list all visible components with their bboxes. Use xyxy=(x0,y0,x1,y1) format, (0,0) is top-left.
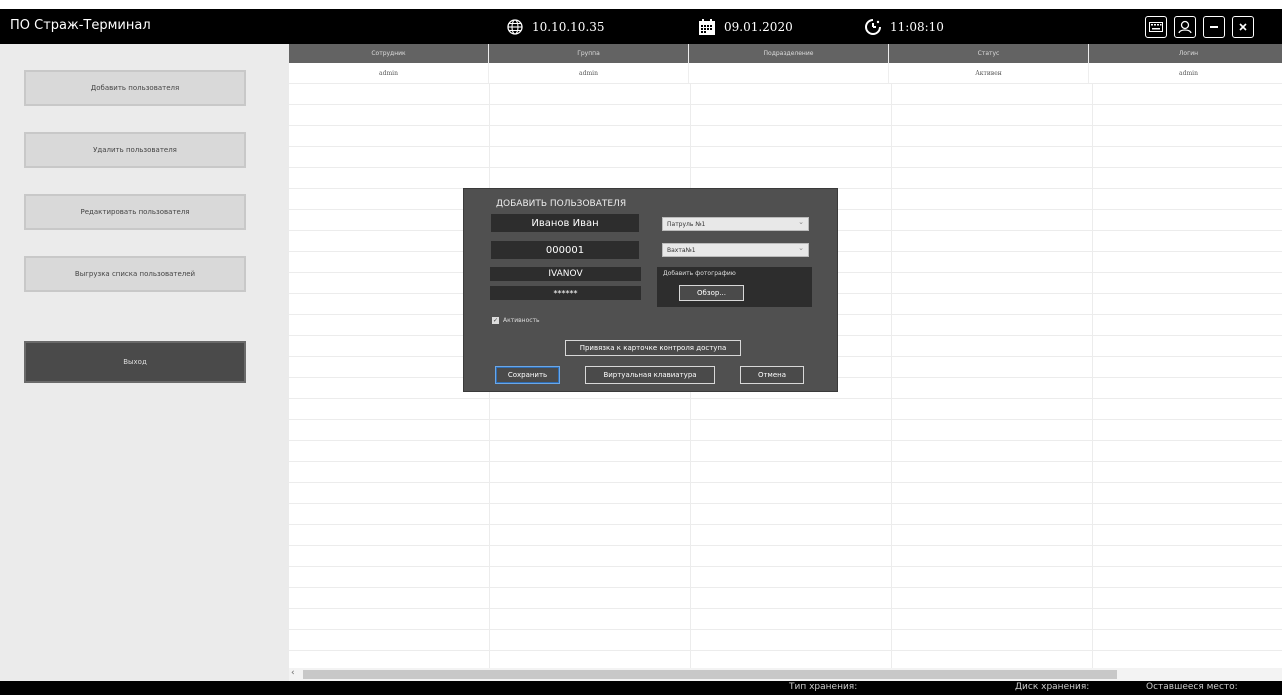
app-title: ПО Страж-Терминал xyxy=(10,18,151,33)
edit-user-button[interactable]: Редактировать пользователя xyxy=(24,194,246,230)
empty-table-row xyxy=(289,126,1282,147)
ip-display: 10.10.10.35 xyxy=(506,18,605,36)
status-bar: Тип хранения: Диск хранения: Оставшееся … xyxy=(0,681,1282,695)
active-checkbox-row[interactable]: ✓ Активность xyxy=(492,317,540,324)
time-display: 11:08:10 xyxy=(864,18,944,36)
id-field[interactable]: 000001 xyxy=(491,241,639,259)
storage-disk-label: Диск хранения: xyxy=(1015,682,1090,692)
scrollbar-thumb[interactable] xyxy=(303,670,1117,679)
time-value: 11:08:10 xyxy=(890,20,944,34)
photo-label: Добавить фотографию xyxy=(663,270,736,277)
minimize-icon xyxy=(1210,26,1218,28)
sidebar-gap xyxy=(262,44,289,681)
save-button[interactable]: Сохранить xyxy=(495,366,560,384)
add-user-dialog: ДОБАВИТЬ ПОЛЬЗОВАТЕЛЯ Иванов Иван Патрул… xyxy=(463,188,838,392)
user-icon xyxy=(1178,20,1192,34)
empty-table-row xyxy=(289,546,1282,567)
keyboard-icon xyxy=(1149,22,1163,32)
cell-department xyxy=(689,63,889,83)
ip-address: 10.10.10.35 xyxy=(532,20,605,34)
empty-table-row xyxy=(289,105,1282,126)
horizontal-scrollbar[interactable]: ‹ xyxy=(289,668,1282,681)
chevron-down-icon: ⌄ xyxy=(798,244,804,252)
scroll-left-icon[interactable]: ‹ xyxy=(291,668,295,678)
keyboard-button[interactable] xyxy=(1145,16,1167,38)
free-space-label: Оставшееся место: xyxy=(1146,682,1238,692)
login-field[interactable]: IVANOV xyxy=(490,267,641,281)
cell-status: Активен xyxy=(889,63,1089,83)
empty-table-row xyxy=(289,525,1282,546)
empty-table-row xyxy=(289,399,1282,420)
empty-table-row xyxy=(289,588,1282,609)
calendar-icon xyxy=(698,18,716,36)
password-field[interactable]: ****** xyxy=(490,286,641,300)
export-users-button[interactable]: Выгрузка списка пользователей xyxy=(24,256,246,292)
date-value: 09.01.2020 xyxy=(724,20,793,34)
sidebar: Добавить пользователя Удалить пользовате… xyxy=(0,44,262,681)
column-header-status[interactable]: Статус xyxy=(889,44,1089,63)
column-header-group[interactable]: Группа xyxy=(489,44,689,63)
empty-table-row xyxy=(289,504,1282,525)
exit-button[interactable]: Выход xyxy=(24,341,246,383)
column-header-login[interactable]: Логин xyxy=(1089,44,1282,63)
cell-employee: admin xyxy=(289,63,489,83)
browse-button[interactable]: Обзор... xyxy=(679,285,744,301)
cancel-button[interactable]: Отмена xyxy=(740,366,804,384)
group-select[interactable]: Патруль №1 ⌄ xyxy=(662,217,809,231)
chevron-down-icon: ⌄ xyxy=(798,218,804,226)
active-checkbox[interactable]: ✓ xyxy=(492,317,499,324)
empty-table-row xyxy=(289,168,1282,189)
close-button[interactable] xyxy=(1232,16,1254,38)
empty-table-row xyxy=(289,84,1282,105)
empty-table-row xyxy=(289,147,1282,168)
table-row[interactable]: admin admin Активен admin xyxy=(289,63,1282,84)
cell-login: admin xyxy=(1089,63,1282,83)
empty-table-row xyxy=(289,420,1282,441)
photo-section: Добавить фотографию Обзор... xyxy=(657,267,812,307)
empty-table-row xyxy=(289,609,1282,630)
column-header-employee[interactable]: Сотрудник xyxy=(289,44,489,63)
add-user-button[interactable]: Добавить пользователя xyxy=(24,70,246,106)
empty-table-row xyxy=(289,483,1282,504)
empty-table-row xyxy=(289,567,1282,588)
cell-group: admin xyxy=(489,63,689,83)
globe-icon xyxy=(506,18,524,36)
table-header: Сотрудник Группа Подразделение Статус Ло… xyxy=(289,44,1282,63)
virtual-keyboard-button[interactable]: Виртуальная клавиатура xyxy=(585,366,715,384)
empty-table-row xyxy=(289,441,1282,462)
clock-icon xyxy=(864,18,882,36)
storage-type-label: Тип хранения: xyxy=(789,682,858,692)
delete-user-button[interactable]: Удалить пользователя xyxy=(24,132,246,168)
shift-select[interactable]: Вахта№1 ⌄ xyxy=(662,243,809,257)
name-field[interactable]: Иванов Иван xyxy=(491,214,639,232)
date-display: 09.01.2020 xyxy=(698,18,793,36)
empty-table-row xyxy=(289,630,1282,651)
active-label: Активность xyxy=(503,317,540,324)
user-button[interactable] xyxy=(1174,16,1196,38)
group-select-value: Патруль №1 xyxy=(667,220,706,228)
column-header-department[interactable]: Подразделение xyxy=(689,44,889,63)
empty-table-row xyxy=(289,462,1282,483)
close-icon xyxy=(1239,23,1247,31)
title-bar: ПО Страж-Терминал 10.10.10.35 09.01.2020… xyxy=(0,9,1282,44)
shift-select-value: Вахта№1 xyxy=(667,246,696,254)
dialog-title: ДОБАВИТЬ ПОЛЬЗОВАТЕЛЯ xyxy=(496,199,627,209)
minimize-button[interactable] xyxy=(1203,16,1225,38)
card-binding-button[interactable]: Привязка к карточке контроля доступа xyxy=(565,340,741,356)
